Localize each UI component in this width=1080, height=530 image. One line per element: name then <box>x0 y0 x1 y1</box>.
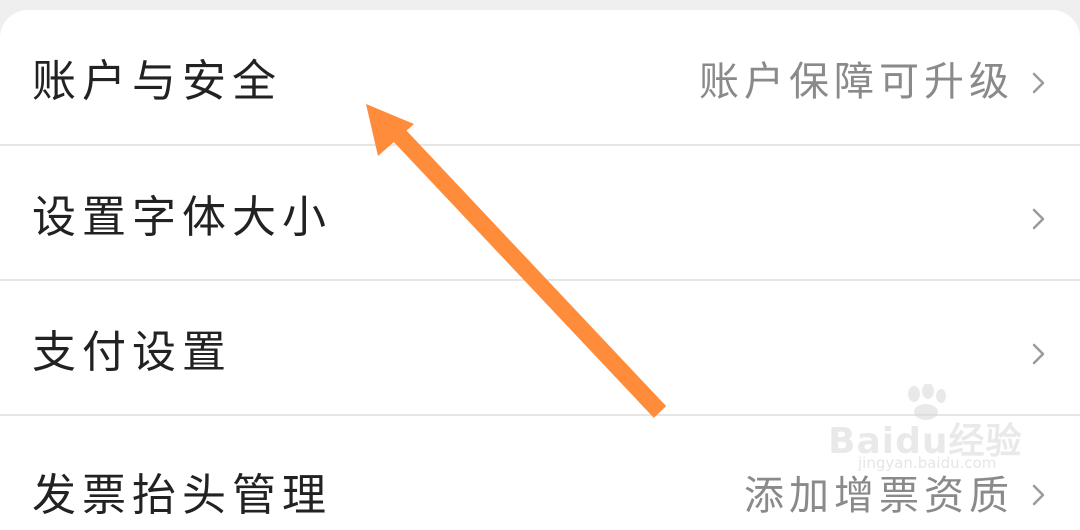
font-size-label: 设置字体大小 <box>32 192 332 243</box>
chevron-right-icon <box>1032 484 1045 506</box>
payment-settings-label: 支付设置 <box>32 327 232 378</box>
chevron-right-icon <box>1032 208 1045 230</box>
account-security-label: 账户与安全 <box>32 56 282 107</box>
invoice-title-label: 发票抬头管理 <box>32 470 332 521</box>
font-size-row[interactable]: 设置字体大小 <box>0 146 1080 280</box>
account-security-value: 账户保障可升级 <box>699 59 1014 105</box>
chevron-right-icon <box>1032 72 1045 94</box>
chevron-right-icon <box>1032 343 1045 365</box>
account-security-row[interactable]: 账户与安全 账户保障可升级 <box>0 10 1080 144</box>
baidu-jingyan-watermark: Baidu经验 jingyan.baidu.com <box>828 384 1028 480</box>
watermark-url-text: jingyan.baidu.com <box>858 454 997 472</box>
